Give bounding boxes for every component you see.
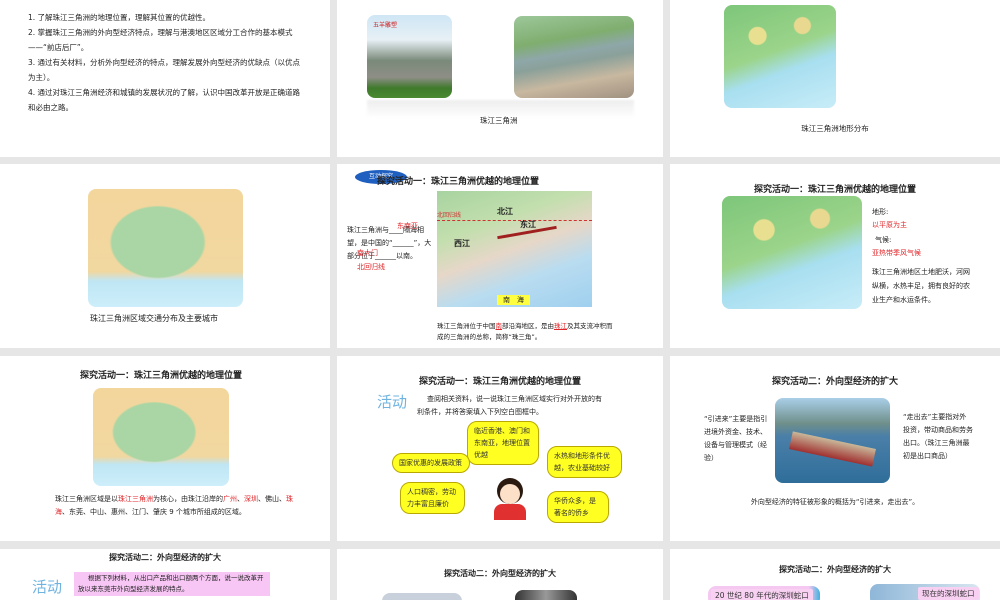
slide-5-location-fill[interactable]: 互动探究 探究活动一：珠江三角洲优越的地理位置 北回归线 北江 东江 西江 南 … xyxy=(337,164,663,348)
text-segment: 珠江三角洲与 xyxy=(347,226,389,234)
slide-8-activity-bubbles[interactable]: 探究活动一：珠江三角洲优越的地理位置 活动 查阅相关资料，说一说珠江三角洲区域实… xyxy=(337,356,663,541)
activity-label: 活动 xyxy=(32,578,63,596)
image-label: 五羊雕塑 xyxy=(373,22,398,29)
caption: 珠江三角洲区域交通分布及主要城市 xyxy=(90,314,218,323)
highlight: 深圳 xyxy=(244,495,258,503)
highlight: 广州 xyxy=(223,495,237,503)
photo-left xyxy=(382,593,462,600)
speech-bubble: 华侨众多，是著名的侨乡 xyxy=(547,491,609,523)
slide-9-bring-in-go-out[interactable]: 探究活动二：外向型经济的扩大 “引进来”主要是指引进境外资金、技术、设备与管理模… xyxy=(670,356,1000,541)
photo-right xyxy=(515,590,577,600)
transport-map xyxy=(88,189,243,307)
speech-bubble: 国家优惠的发展政策 xyxy=(392,453,470,473)
slide-title: 探究活动一：珠江三角洲优越的地理位置 xyxy=(418,377,581,387)
text-segment: 为核心，由珠江沿岸的 xyxy=(153,495,223,503)
activity-prompt: 根据下列材料，从出口产品和出口额两个方面，说一说改革开放以来东莞市外向型经济发展… xyxy=(74,572,270,596)
answer-tropic: 北回归线 xyxy=(357,263,385,271)
objective-item: 2. 掌握珠江三角洲的外向型经济特点，理解与港澳地区区域分工合作的基本模式——“… xyxy=(28,28,293,52)
slide-title: 探究活动一：珠江三角洲优越的地理位置 xyxy=(377,177,540,187)
transport-map xyxy=(93,388,229,486)
text-segment: 、东莞、中山、惠州、江门、肇庆 9 个城市所组成的区域。 xyxy=(62,508,246,516)
text-segment: 珠江三角洲位于中国 xyxy=(437,322,496,330)
answer-south-gate: 南大门 xyxy=(357,249,378,257)
cities-text: 珠江三角洲区域是以珠江三角洲为核心，由珠江沿岸的广州、深圳、佛山、珠海、东莞、中… xyxy=(55,493,305,519)
map-label-beijiang: 北江 xyxy=(497,207,513,216)
objectives-list: 1. 了解珠江三角洲的地理位置，理解其位置的优越性。 2. 掌握珠江三角洲的外向… xyxy=(28,10,303,115)
speech-bubble: 临近香港、澳门和东南亚，地理位置优越 xyxy=(467,421,539,465)
answer-southeast-asia: 东南亚 xyxy=(397,222,418,230)
slide-7-cities[interactable]: 探究活动一：珠江三角洲优越的地理位置 珠江三角洲区域是以珠江三角洲为核心，由珠江… xyxy=(0,356,330,541)
summary-text: 外向型经济的特征被形象的概括为“引进来，走出去”。 xyxy=(750,498,920,506)
highlight: 珠江三角洲 xyxy=(118,495,153,503)
prd-map: 北回归线 北江 东江 西江 南 海 xyxy=(437,191,592,307)
slide-2-photos[interactable]: 五羊雕塑 珠江三角洲 xyxy=(337,0,663,157)
slide-title: 探究活动二：外向型经济的扩大 xyxy=(109,553,221,562)
objective-item: 4. 通过对珠江三角洲经济和城镇的发展状况的了解，认识中国改革开放是正确道路和必… xyxy=(28,88,301,112)
goat-statue-photo: 五羊雕塑 xyxy=(367,15,452,98)
river-town-photo xyxy=(514,16,634,98)
bring-in-text: “引进来”主要是指引进境外资金、技术、设备与管理模式（经验） xyxy=(704,415,768,462)
text-segment: 、 xyxy=(237,495,244,503)
climate-answer: 亚热带季风气候 xyxy=(872,249,921,257)
answer-pearl-river: 珠江 xyxy=(554,322,567,330)
slide-10-dongguan-activity[interactable]: 探究活动二：外向型经济的扩大 活动 根据下列材料，从出口产品和出口额两个方面，说… xyxy=(0,549,330,600)
slide-3-terrain-map[interactable]: 珠江三角洲地形分布 xyxy=(670,0,1000,157)
climate-label: 气候: xyxy=(875,236,892,244)
slide-1-objectives[interactable]: 1. 了解珠江三角洲的地理位置，理解其位置的优越性。 2. 掌握珠江三角洲的外向… xyxy=(0,0,330,157)
map-label-sea: 南 海 xyxy=(497,295,530,305)
girl-cartoon xyxy=(489,478,529,520)
activity-label: 活动 xyxy=(377,393,408,411)
terrain-label: 地形: xyxy=(872,208,889,216)
slide-6-terrain-climate[interactable]: 探究活动一：珠江三角洲优越的地理位置 地形: 以平原为主 气候: 亚热带季风气候… xyxy=(670,164,1000,348)
region-description: 珠江三角洲地区土地肥沃，河网纵横，水热丰足，拥有良好的农业生产和水运条件。 xyxy=(872,268,970,304)
speech-bubble: 水热和地形条件优越，农业基础较好 xyxy=(547,446,622,478)
caption: 珠江三角洲 xyxy=(480,116,518,125)
slide-title: 探究活动一：珠江三角洲优越的地理位置 xyxy=(753,185,916,195)
tropic-line xyxy=(437,220,592,221)
bottom-fill-text: 珠江三角洲位于中国南部沿海地区，是由珠江及其支流冲积而成的三角洲的总称，简称“珠… xyxy=(437,321,617,343)
caption: 珠江三角洲地形分布 xyxy=(801,124,869,133)
map-label-xijiang: 西江 xyxy=(454,239,470,248)
slide-title: 探究活动二：外向型经济的扩大 xyxy=(444,569,556,578)
terrain-answer: 以平原为主 xyxy=(872,221,907,229)
container-ship-photo xyxy=(775,398,890,483)
slide-title: 探究活动一：珠江三角洲优越的地理位置 xyxy=(80,371,243,381)
slide-4-transport-map[interactable]: 珠江三角洲区域交通分布及主要城市 xyxy=(0,164,330,348)
terrain-map xyxy=(722,196,862,309)
objective-item: 3. 通过有关材料，分析外向型经济的特点，理解发展外向型经济的优缺点（以优点为主… xyxy=(28,58,301,82)
map-label-dongjiang: 东江 xyxy=(520,220,536,229)
speech-bubble: 人口稠密，劳动力丰富且廉价 xyxy=(400,482,465,514)
text-segment: 部沿海地区，是由 xyxy=(502,322,554,330)
text-segment: 珠江三角洲区域是以 xyxy=(55,495,118,503)
map-label-tropic: 北回归线 xyxy=(437,212,462,219)
slide-12-shekou[interactable]: 探究活动二：外向型经济的扩大 20 世纪 80 年代的深圳蛇口 现在的深圳蛇口 xyxy=(670,549,1000,600)
shekou-1980s-photo: 20 世纪 80 年代的深圳蛇口 xyxy=(708,586,820,600)
terrain-map xyxy=(724,5,836,108)
go-out-text: “走出去”主要指对外投资，带动商品和劳务出口。（珠江三角洲最初是出口商品） xyxy=(903,413,973,460)
activity-prompt: 查阅相关资料，说一说珠江三角洲区域实行对外开放的有利条件，并将答案填入下列空白图… xyxy=(417,395,602,416)
slide-11-economy[interactable]: 探究活动二：外向型经济的扩大 xyxy=(337,549,663,600)
slide-title: 探究活动二：外向型经济的扩大 xyxy=(779,565,891,574)
text-segment: 、佛山、 xyxy=(258,495,286,503)
slide-title: 探究活动二：外向型经济的扩大 xyxy=(771,377,898,387)
photo-label: 20 世纪 80 年代的深圳蛇口 xyxy=(711,589,813,600)
photo-label: 现在的深圳蛇口 xyxy=(918,587,979,600)
shekou-now-photo: 现在的深圳蛇口 xyxy=(870,584,980,600)
objective-item: 1. 了解珠江三角洲的地理位置，理解其位置的优越性。 xyxy=(28,13,211,22)
